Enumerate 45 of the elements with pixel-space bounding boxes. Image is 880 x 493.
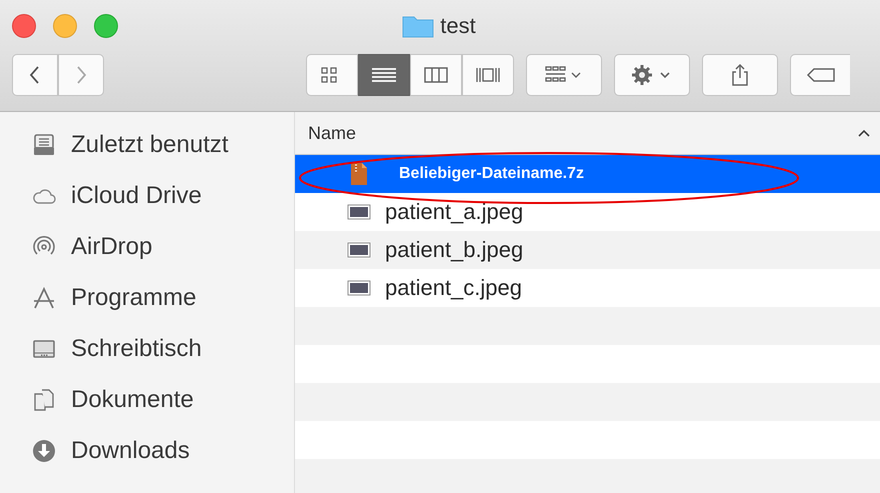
file-name: patient_c.jpeg bbox=[385, 275, 522, 301]
window-title: test bbox=[440, 13, 476, 39]
file-name: patient_b.jpeg bbox=[385, 237, 524, 263]
share-button[interactable] bbox=[702, 54, 778, 96]
file-name: Beliebiger-Dateiname.7z bbox=[398, 165, 584, 183]
gallery-view-button[interactable] bbox=[462, 54, 514, 96]
file-row[interactable]: Beliebiger-Dateiname.7z bbox=[295, 155, 880, 193]
file-row[interactable]: patient_b.jpeg bbox=[295, 231, 880, 269]
file-name: patient_a.jpeg bbox=[385, 199, 524, 225]
action-button[interactable] bbox=[614, 54, 690, 96]
sidebar-item[interactable]: Dokumente bbox=[0, 374, 294, 425]
close-button[interactable] bbox=[12, 14, 36, 38]
arrange-button[interactable] bbox=[526, 54, 602, 96]
sidebar-item[interactable]: Programme bbox=[0, 272, 294, 323]
tag-button[interactable] bbox=[790, 54, 850, 96]
column-header[interactable]: Name bbox=[295, 112, 880, 155]
sidebar-label: iCloud Drive bbox=[71, 182, 202, 210]
share-icon bbox=[730, 63, 750, 87]
sidebar-label: Schreibtisch bbox=[71, 334, 202, 362]
sort-chevron-icon bbox=[858, 129, 870, 137]
file-row[interactable]: patient_c.jpeg bbox=[295, 269, 880, 307]
tag-icon bbox=[806, 67, 836, 83]
documents-icon bbox=[32, 388, 56, 412]
download-icon bbox=[32, 438, 56, 462]
sidebar-item[interactable]: Zuletzt benutzt bbox=[0, 119, 294, 170]
list-view-button[interactable] bbox=[358, 54, 410, 96]
sidebar-label: Dokumente bbox=[71, 386, 194, 414]
gallery-icon bbox=[475, 65, 501, 85]
sidebar-item[interactable]: iCloud Drive bbox=[0, 170, 294, 221]
list-icon bbox=[371, 65, 397, 85]
column-title: Name bbox=[308, 122, 356, 144]
sidebar-item[interactable]: Schreibtisch bbox=[0, 323, 294, 374]
compass-ruler-icon bbox=[32, 286, 56, 310]
sidebar-item[interactable]: AirDrop bbox=[0, 221, 294, 272]
folder-icon bbox=[402, 14, 434, 38]
sidebar-label: AirDrop bbox=[71, 232, 152, 260]
columns-icon bbox=[423, 65, 449, 85]
tray-icon bbox=[32, 132, 56, 156]
column-view-button[interactable] bbox=[410, 54, 462, 96]
file-row[interactable]: patient_a.jpeg bbox=[295, 193, 880, 231]
sidebar-label: Zuletzt benutzt bbox=[71, 130, 228, 158]
sidebar-item[interactable]: Downloads bbox=[0, 425, 294, 476]
sidebar-label: Downloads bbox=[71, 436, 190, 464]
icon-view-button[interactable] bbox=[306, 54, 358, 96]
sidebar-label: Programme bbox=[71, 284, 196, 312]
